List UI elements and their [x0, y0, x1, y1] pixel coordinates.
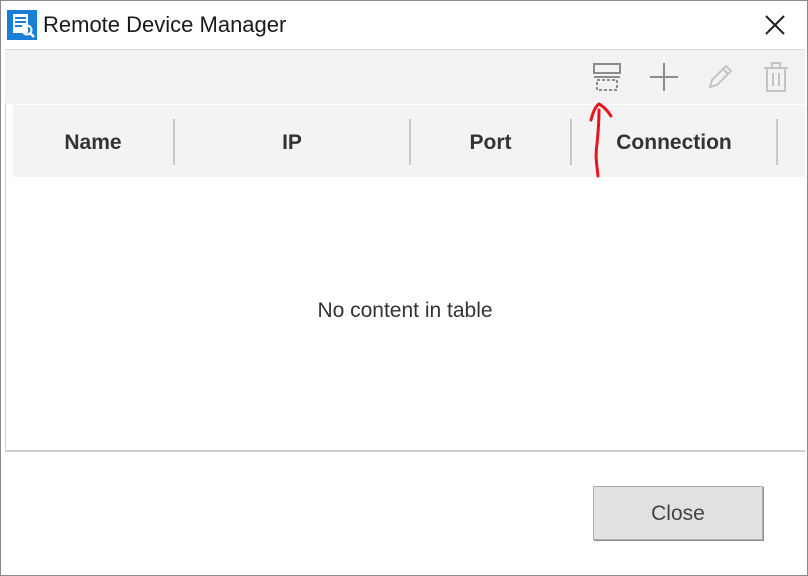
toolbar: [5, 49, 805, 104]
footer-divider: [5, 450, 805, 452]
edit-icon[interactable]: [703, 60, 737, 94]
red-arrow-annotation: [589, 102, 613, 178]
add-icon[interactable]: [647, 60, 681, 94]
window-title: Remote Device Manager: [43, 12, 287, 37]
title-bar: Remote Device Manager: [1, 1, 807, 49]
column-header-name[interactable]: Name: [13, 105, 173, 177]
table-left-border: [5, 103, 6, 450]
app-icon: [7, 10, 37, 40]
table-header: Name IP Port Connection: [13, 105, 805, 177]
scan-icon[interactable]: [590, 60, 624, 94]
column-header-ip[interactable]: IP: [175, 105, 409, 177]
close-window-icon[interactable]: [759, 9, 791, 41]
column-divider[interactable]: [776, 119, 778, 165]
delete-icon[interactable]: [759, 60, 793, 94]
empty-table-message: No content in table: [317, 299, 493, 322]
column-header-port[interactable]: Port: [411, 105, 570, 177]
remote-device-manager-window: Remote Device Manager Name IP Port Conne…: [0, 0, 808, 576]
close-button[interactable]: Close: [593, 486, 763, 540]
